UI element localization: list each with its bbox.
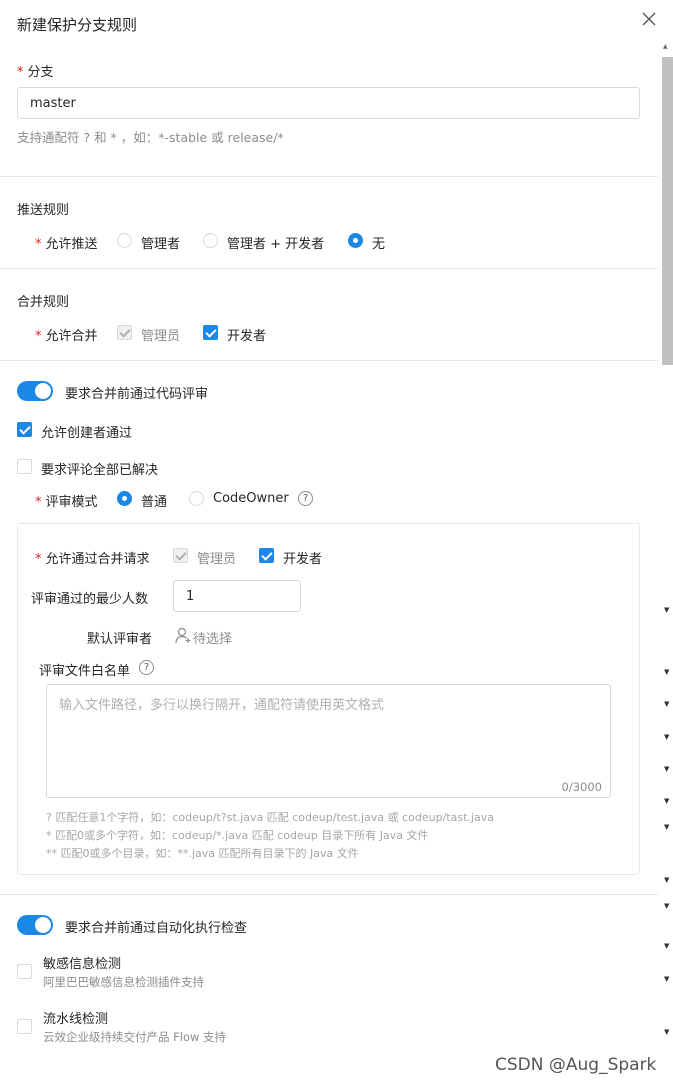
code-review-toggle-label: 要求合并前通过代码评审 [65, 387, 209, 402]
chevron-down-icon: ▼ [664, 1028, 670, 1036]
auto-check-toggle-label: 要求合并前通过自动化执行检查 [65, 921, 248, 936]
push-radio-maintainer-developer[interactable] [203, 233, 218, 248]
push-section-title: 推送规则 [17, 203, 70, 218]
close-icon[interactable] [640, 10, 658, 28]
push-radio-maintainer[interactable] [117, 233, 132, 248]
review-mode-label: * 评审模式 [35, 495, 98, 510]
push-option-label: 管理者 + 开发者 [227, 237, 325, 252]
scroll-up-arrow-icon[interactable]: ▲ [663, 43, 668, 50]
merge-field-label: * 允许合并 [35, 329, 98, 344]
help-icon[interactable]: ? [139, 660, 154, 675]
sensitive-info-desc: 阿里巴巴敏感信息检测插件支持 [43, 975, 204, 989]
branch-label: * 分支 [17, 65, 54, 80]
allow-creator-label: 允许创建者通过 [41, 426, 133, 441]
whitelist-label: 评审文件白名单 [39, 664, 131, 679]
allow-merge-checkbox-admin [173, 548, 188, 563]
pipeline-check-title: 流水线检测 [43, 1012, 109, 1027]
allow-merge-option-label: 管理员 [197, 552, 237, 567]
resolve-all-checkbox[interactable] [17, 459, 32, 474]
divider [0, 360, 658, 361]
divider [0, 894, 658, 895]
review-mode-radio-normal[interactable] [117, 491, 132, 506]
chevron-down-icon: ▼ [664, 823, 670, 831]
chevron-down-icon: ▼ [664, 942, 670, 950]
review-mode-radio-codeowner[interactable] [189, 491, 204, 506]
chevron-down-icon: ▼ [664, 606, 670, 614]
chevron-down-icon: ▼ [664, 902, 670, 910]
merge-option-label: 开发者 [227, 329, 267, 344]
push-field-label: * 允许推送 [35, 237, 98, 252]
whitelist-textarea[interactable]: 输入文件路径，多行以换行隔开，通配符请使用英文格式 0/3000 [46, 684, 611, 798]
sensitive-info-checkbox[interactable] [17, 964, 32, 979]
whitelist-placeholder: 输入文件路径，多行以换行隔开，通配符请使用英文格式 [59, 698, 385, 713]
chevron-down-icon: ▼ [664, 765, 670, 773]
pipeline-check-desc: 云效企业级持续交付产品 Flow 支持 [43, 1030, 227, 1044]
scrollbar-thumb[interactable] [662, 57, 673, 365]
push-option-label: 无 [372, 237, 386, 252]
chevron-down-icon: ▼ [664, 668, 670, 676]
branch-input-value: master [30, 95, 76, 111]
chevron-down-icon: ▼ [664, 975, 670, 983]
whitelist-hint: * 匹配0或多个字符，如：codeup/*.java 匹配 codeup 目录下… [46, 829, 429, 842]
min-count-value: 1 [186, 588, 195, 604]
chevron-down-icon: ▼ [664, 797, 670, 805]
branch-input[interactable]: master [17, 87, 640, 119]
min-count-input[interactable]: 1 [173, 580, 301, 612]
branch-help-text: 支持通配符 ? 和 * ，如：*-stable 或 release/* [17, 130, 284, 145]
char-counter: 0/3000 [561, 780, 602, 794]
sensitive-info-title: 敏感信息检测 [43, 957, 122, 972]
auto-check-toggle[interactable] [17, 915, 53, 935]
merge-option-label: 管理员 [141, 329, 181, 344]
push-option-label: 管理者 [141, 237, 181, 252]
chevron-down-icon: ▼ [664, 733, 670, 741]
allow-merge-label: * 允许通过合并请求 [35, 552, 150, 567]
merge-checkbox-admin [117, 325, 132, 340]
divider [0, 268, 658, 269]
watermark: CSDN @Aug_Spark [495, 1055, 657, 1075]
help-icon[interactable]: ? [298, 491, 313, 506]
whitelist-hint: ? 匹配任意1个字符，如：codeup/t?st.java 匹配 codeup/… [46, 811, 494, 824]
dialog-title: 新建保护分支规则 [17, 16, 138, 34]
min-count-label: 评审通过的最少人数 [31, 592, 149, 607]
merge-checkbox-developer[interactable] [203, 325, 218, 340]
allow-merge-checkbox-developer[interactable] [259, 548, 274, 563]
review-mode-option-label: CodeOwner [213, 491, 289, 506]
select-reviewer-button[interactable]: 待选择 [193, 628, 232, 647]
pipeline-check-checkbox[interactable] [17, 1019, 32, 1034]
default-reviewer-label: 默认评审者 [87, 632, 153, 647]
chevron-down-icon: ▼ [664, 700, 670, 708]
review-mode-option-label: 普通 [141, 495, 168, 510]
add-user-icon[interactable] [175, 627, 192, 644]
code-review-toggle[interactable] [17, 381, 53, 401]
allow-merge-option-label: 开发者 [283, 552, 323, 567]
whitelist-hint: ** 匹配0或多个目录，如：**.java 匹配所有目录下的 Java 文件 [46, 847, 359, 860]
chevron-down-icon: ▼ [664, 876, 670, 884]
divider [0, 176, 658, 177]
allow-creator-checkbox[interactable] [17, 422, 32, 437]
push-radio-none[interactable] [348, 233, 363, 248]
merge-section-title: 合并规则 [17, 295, 70, 310]
resolve-all-label: 要求评论全部已解决 [41, 463, 159, 478]
